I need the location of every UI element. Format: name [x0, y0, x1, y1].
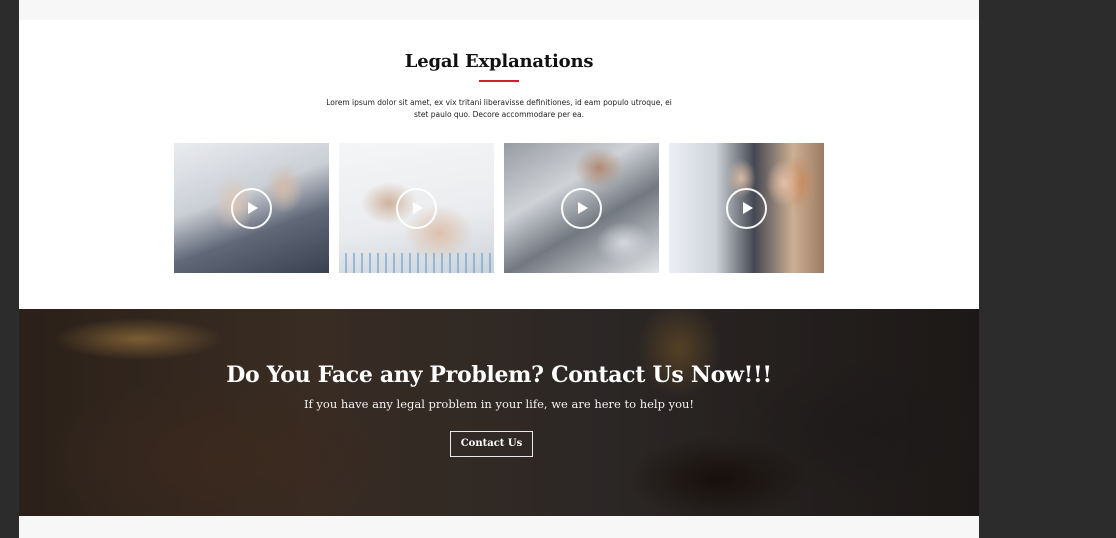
cta-heading: Do You Face any Problem? Contact Us Now!…	[226, 362, 772, 388]
section-description: Lorem ipsum dolor sit amet, ex vix trita…	[326, 98, 672, 119]
contact-us-button[interactable]: Contact Us	[450, 431, 533, 457]
title-underline	[479, 80, 519, 82]
section-title: Legal Explanations	[404, 51, 594, 72]
contact-cta-banner: Do You Face any Problem? Contact Us Now!…	[19, 309, 979, 516]
page: Legal Explanations Lorem ipsum dolor sit…	[19, 0, 979, 538]
window-background	[979, 0, 1116, 538]
legal-explanations-section: Legal Explanations Lorem ipsum dolor sit…	[19, 20, 979, 309]
cta-subtext: If you have any legal problem in your li…	[303, 397, 695, 411]
play-icon[interactable]	[561, 188, 602, 229]
video-thumbnail-1[interactable]	[174, 143, 329, 273]
video-thumbnail-3[interactable]	[504, 143, 659, 273]
next-section	[19, 516, 979, 538]
play-icon[interactable]	[396, 188, 437, 229]
video-thumbnail-2[interactable]	[339, 143, 494, 273]
previous-section	[19, 0, 979, 20]
video-thumbnail-4[interactable]	[669, 143, 824, 273]
play-icon[interactable]	[231, 188, 272, 229]
play-icon[interactable]	[726, 188, 767, 229]
